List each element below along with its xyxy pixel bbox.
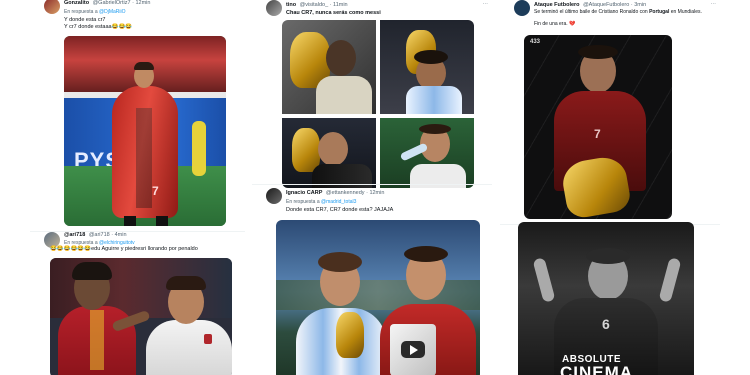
player-hair [419,124,451,134]
column-left: Gonzalito @GabrielOrtiz7 · 12min En resp… [30,0,245,375]
player-hair [134,62,154,70]
shirt-stripe [90,310,104,370]
youtube-play-button-plaque [390,324,436,375]
caption-bottom: CINEMA [560,363,634,375]
more-options-icon[interactable]: ⋯ [483,2,489,8]
tweet-text-line-2: Fin de una era. 💔 [534,21,576,27]
tweet-text: Donde esta CR7, CR7 donde esta? JAJAJA [286,207,394,213]
robe-number: 7 [152,184,159,198]
avatar[interactable] [266,188,282,204]
tweet-text-line-1: Se terminó el último baile de Cristiano … [534,8,714,16]
tweet-header: Ignacio CARP @ettankennedy · 12min [286,190,385,196]
tweet-gonzalito[interactable]: Gonzalito @GabrielOrtiz7 · 12min En resp… [30,0,245,232]
player-shirt [316,76,372,114]
play-triangle-icon [410,345,418,355]
timestamp[interactable]: 12min [135,0,150,6]
column-middle: tino @visitaldo_ · 11min ⋯ Chau CR7, nun… [252,0,492,375]
display-name[interactable]: Gonzalito [64,0,89,6]
avatar[interactable] [514,0,530,16]
robe-fold [136,108,152,208]
avatar[interactable] [44,0,60,14]
reply-prefix: En respuesta a [286,199,320,205]
tweet-ataque-futbolero[interactable]: Ataque Futbolero @AtaqueFutbolero · 3min… [500,0,720,225]
raised-arm-left [532,257,556,303]
tweet-image-ronaldo-trophy[interactable]: 433 7 [524,35,672,219]
handle[interactable]: @ari718 [89,232,110,238]
tweet-header: @ari718 @ari718 · 4min [64,232,127,238]
portugal-player-shirt [146,320,232,375]
display-name[interactable]: @ari718 [64,232,85,238]
player-shirt [406,86,462,114]
tweet-image-collage[interactable] [282,20,474,188]
player-head [318,132,348,166]
timestamp[interactable]: 4min [115,232,127,238]
avatar[interactable] [266,0,282,16]
tweet-text-line-2: Y cr7 donde estaaa😂😂😂 [64,24,133,30]
display-name[interactable]: Ignacio CARP [286,190,322,196]
tweet-image-absolute-cinema[interactable]: 6 ABSOLUTE CINEMA [518,222,694,375]
tweet-ignacio[interactable]: Ignacio CARP @ettankennedy · 12min En re… [252,186,492,375]
player-boot-right [156,216,168,226]
column-right: Ataque Futbolero @AtaqueFutbolero · 3min… [500,0,720,375]
tweet-image-ronaldo-robe[interactable]: PYS 7 [64,36,226,226]
collage-tile-2 [380,20,474,114]
messi-hair [318,252,362,272]
raised-arm-right [658,257,682,303]
reply-context: En respuesta a @DjMaRiiO [64,9,126,15]
handle[interactable]: @ettankennedy [326,190,365,196]
player-hair [578,45,618,59]
shirt-crest [204,334,212,344]
tweet-text-part: Se terminó el último baile de Cristiano … [534,9,648,15]
timestamp[interactable]: 12min [369,190,384,196]
tweet-header: tino @visitaldo_ · 11min ⋯ [286,2,488,8]
display-name[interactable]: tino [286,2,296,8]
tweet-text-bold: Portugal [649,9,670,15]
tweet-header: Gonzalito @GabrielOrtiz7 · 12min [64,0,151,6]
shirt-number: 6 [602,316,610,332]
tweet-text: Chau CR7, nunca serás como messi [286,10,381,16]
player-boot-left [124,216,136,226]
portugal-player-hair [166,276,206,290]
reply-mention[interactable]: @DjMaRiiO [99,9,125,15]
reply-mention[interactable]: @madrid_total3 [321,199,356,205]
reply-context: En respuesta a @madrid_total3 [286,199,356,205]
player-hair [586,248,630,264]
tweet-absolute-cinema[interactable]: 6 ABSOLUTE CINEMA [500,222,720,375]
tweet-image-players[interactable] [50,258,232,375]
collage-tile-4 [380,118,474,188]
tweet-text: 😂😂😂😂😂😂edu Aguirre y piedresri llorando p… [50,246,198,252]
spain-player-hair [72,262,112,280]
handle[interactable]: @visitaldo_ [300,2,329,8]
collage-tile-1 [282,20,376,114]
reply-prefix: En respuesta a [64,9,98,15]
tweet-text-part: en Mundiales. [670,9,702,15]
divider [252,184,492,185]
handle[interactable]: @GabrielOrtiz7 [93,0,131,6]
tweet-ari[interactable]: @ari718 @ari718 · 4min En respuesta a @e… [30,230,245,375]
player-hair [414,50,448,64]
shirt-number: 7 [594,127,601,141]
tweet-image-messi-ronaldo[interactable] [276,220,480,375]
world-cup-trophy-icon [336,312,364,358]
steward-figure [192,121,206,176]
timestamp[interactable]: 11min [333,2,348,8]
collage-tile-3 [282,118,376,188]
trophy-icon [292,128,320,172]
tweet-tino[interactable]: tino @visitaldo_ · 11min ⋯ Chau CR7, nun… [252,0,492,188]
ronaldo-hair [404,246,448,262]
player-head [326,40,356,76]
